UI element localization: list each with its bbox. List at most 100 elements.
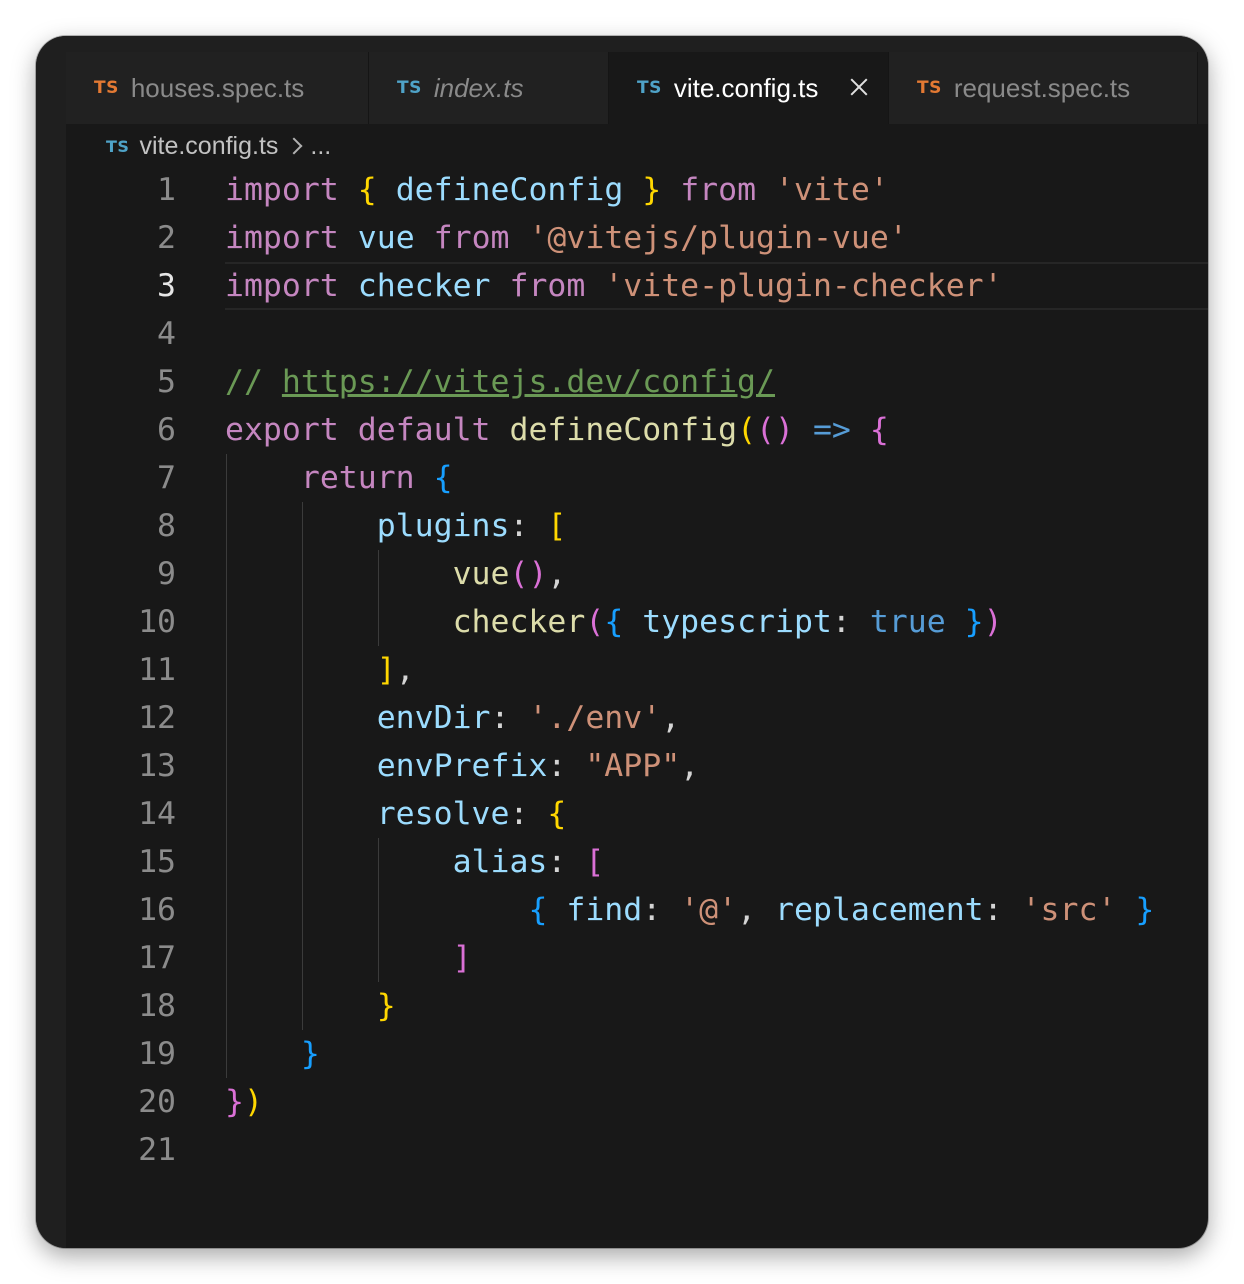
code-token: { <box>547 796 567 832</box>
code-token: { <box>357 172 377 208</box>
code-line[interactable]: 18 } <box>66 982 1208 1030</box>
code-line[interactable]: 16 { find: '@', replacement: 'src' } <box>66 886 1208 934</box>
code-text: } <box>225 1030 320 1078</box>
code-text: ], <box>225 646 415 694</box>
close-icon[interactable] <box>848 76 870 98</box>
code-line[interactable]: 7 return { <box>66 454 1208 502</box>
code-token: from <box>433 220 510 256</box>
code-line[interactable]: 6 export default defineConfig(() => { <box>66 406 1208 454</box>
code-token: () <box>756 412 794 448</box>
code-token: } <box>376 988 396 1024</box>
code-token: : <box>831 604 870 640</box>
code-token: : <box>642 892 681 928</box>
code-token: find <box>566 892 643 928</box>
line-number: 13 <box>138 748 176 784</box>
breadcrumb-file[interactable]: vite.config.ts <box>139 132 278 161</box>
tab-request-spec[interactable]: TS request.spec.ts <box>889 52 1198 124</box>
tab-vite-config[interactable]: TS vite.config.ts <box>609 52 889 124</box>
code-token: } <box>300 1036 320 1072</box>
code-line[interactable]: 19 } <box>66 1030 1208 1078</box>
code-token: , <box>680 748 700 784</box>
code-token: 'vite-plugin-checker' <box>604 268 1003 304</box>
code-token: => <box>812 412 851 448</box>
code-editor[interactable]: 1 import { defineConfig } from 'vite' 2 imp… <box>66 166 1208 1226</box>
code-token: alias <box>452 844 548 880</box>
code-token: envPrefix <box>376 748 548 784</box>
code-text: ] <box>225 934 472 982</box>
code-token: ( <box>585 604 605 640</box>
code-line[interactable]: 2 import vue from '@vitejs/plugin-vue' <box>66 214 1208 262</box>
code-token: : <box>983 892 1022 928</box>
code-line[interactable]: 4 <box>66 310 1208 358</box>
tab-index[interactable]: TS index.ts <box>369 52 609 124</box>
code-token: '@vitejs/plugin-vue' <box>528 220 908 256</box>
code-line[interactable]: 1 import { defineConfig } from 'vite' <box>66 166 1208 214</box>
code-line[interactable]: 9 vue(), <box>66 550 1208 598</box>
code-token: : <box>509 796 548 832</box>
code-token: 'vite' <box>775 172 889 208</box>
code-line[interactable]: 10 checker({ typescript: true }) <box>66 598 1208 646</box>
code-token: ( <box>737 412 757 448</box>
code-line[interactable]: 21 <box>66 1126 1208 1174</box>
tab-houses-spec[interactable]: TS houses.spec.ts <box>66 52 369 124</box>
line-number: 21 <box>138 1132 176 1168</box>
code-token: typescript <box>642 604 832 640</box>
line-number: 2 <box>157 220 176 256</box>
code-line[interactable]: 15 alias: [ <box>66 838 1208 886</box>
code-token: { <box>869 412 889 448</box>
code-token: checker <box>357 268 491 304</box>
code-line[interactable]: 3 import checker from 'vite-plugin-checke… <box>66 262 1208 310</box>
code-token: return <box>300 460 415 496</box>
code-token: "APP" <box>585 748 681 784</box>
code-line[interactable]: 12 envDir: './env', <box>66 694 1208 742</box>
code-token: } <box>1135 892 1155 928</box>
code-token: envDir <box>376 700 491 736</box>
code-line[interactable]: 17 ] <box>66 934 1208 982</box>
code-token: import <box>225 220 339 256</box>
code-token: from <box>680 172 757 208</box>
indent-guide <box>302 502 303 1030</box>
code-text: checker({ typescript: true }) <box>225 598 1003 646</box>
code-text: import checker from 'vite-plugin-checker… <box>225 262 1003 310</box>
code-line[interactable]: 13 envPrefix: "APP", <box>66 742 1208 790</box>
line-number: 12 <box>138 700 176 736</box>
code-line[interactable]: 14 resolve: { <box>66 790 1208 838</box>
code-line[interactable]: 8 plugins: [ <box>66 502 1208 550</box>
line-number: 19 <box>138 1036 176 1072</box>
code-text: import { defineConfig } from 'vite' <box>225 166 889 214</box>
code-line[interactable]: 11 ], <box>66 646 1208 694</box>
tab-label: vite.config.ts <box>673 72 819 103</box>
code-text: export default defineConfig(() => { <box>225 406 889 454</box>
code-token: import <box>225 268 339 304</box>
code-text: return { <box>225 454 453 502</box>
line-number: 14 <box>138 796 176 832</box>
line-number: 5 <box>157 364 176 400</box>
code-line[interactable]: 20}) <box>66 1078 1208 1126</box>
code-line[interactable]: 5 // https://vitejs.dev/config/ <box>66 358 1208 406</box>
code-token: } <box>225 1084 244 1120</box>
code-token: vue <box>357 220 415 256</box>
title-strip <box>36 36 1208 52</box>
line-number: 18 <box>138 988 176 1024</box>
code-text: alias: [ <box>225 838 605 886</box>
code-token: , <box>547 556 567 592</box>
breadcrumb: TS vite.config.ts ... <box>106 128 331 164</box>
breadcrumb-more[interactable]: ... <box>310 132 331 161</box>
